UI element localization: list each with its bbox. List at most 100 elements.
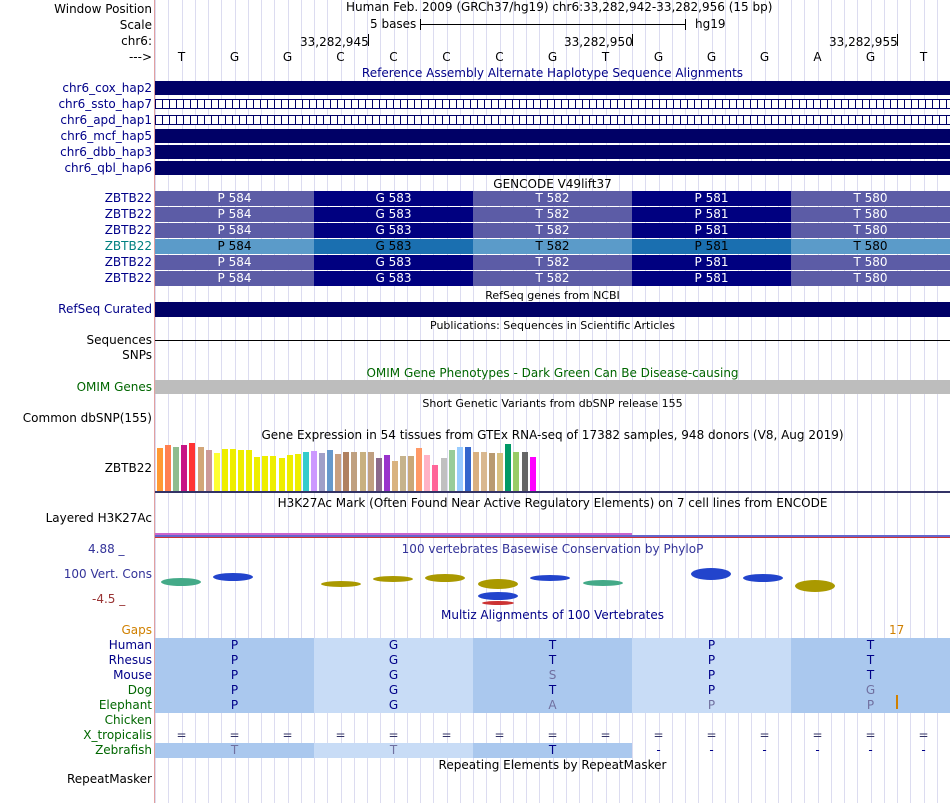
aligned-residue[interactable]: G — [791, 683, 950, 698]
haplotype-bar[interactable] — [155, 161, 950, 175]
haplotype-bar[interactable] — [155, 81, 950, 95]
gtex-bar[interactable] — [497, 453, 504, 491]
base-11[interactable]: G — [702, 50, 722, 64]
aligned-residue[interactable]: P — [791, 698, 950, 713]
aligned-residue[interactable]: T — [155, 743, 314, 758]
gencode-transcript-row[interactable]: P 584 G 583 T 582 P 581 T 580 — [155, 239, 950, 254]
codon[interactable]: P 581 — [632, 239, 791, 254]
aligned-residue[interactable]: G — [314, 638, 473, 653]
aligned-residue[interactable]: G — [314, 698, 473, 713]
species-label[interactable]: Mouse — [113, 668, 152, 682]
gtex-bar[interactable] — [173, 447, 180, 491]
gtex-bar[interactable] — [254, 457, 261, 491]
codon[interactable]: P 581 — [632, 207, 791, 222]
haplotype-bar[interactable] — [155, 115, 950, 125]
gtex-bar[interactable] — [383, 455, 390, 491]
aligned-residue[interactable]: A — [473, 698, 632, 713]
gtex-bar[interactable] — [489, 453, 496, 491]
species-label[interactable]: Elephant — [99, 698, 152, 712]
omim-title[interactable]: OMIM Gene Phenotypes - Dark Green Can Be… — [155, 366, 950, 380]
codon[interactable]: G 583 — [314, 271, 473, 286]
gtex-bar[interactable] — [238, 450, 244, 491]
gencode-transcript-row[interactable]: P 584 G 583 T 582 P 581 T 580 — [155, 255, 950, 270]
gtex-bar[interactable] — [246, 450, 253, 491]
gtex-bar[interactable] — [375, 458, 382, 491]
base-7[interactable]: C — [490, 50, 510, 64]
codon[interactable]: P 584 — [155, 271, 314, 286]
haplotype-bar[interactable] — [155, 129, 950, 143]
aligned-residue[interactable]: P — [155, 653, 314, 668]
species-label[interactable]: Human — [109, 638, 152, 652]
gtex-bar[interactable] — [343, 452, 350, 491]
aligned-residue[interactable]: G — [314, 683, 473, 698]
gtex-bar[interactable] — [513, 452, 520, 491]
gencode-transcript-label[interactable]: ZBTB22 — [105, 239, 152, 253]
gtex-bar[interactable] — [270, 456, 277, 491]
codon[interactable]: T 582 — [473, 191, 632, 206]
gtex-bar[interactable] — [359, 452, 366, 491]
gtex-bar[interactable] — [294, 454, 301, 491]
codon[interactable]: T 580 — [791, 207, 950, 222]
publications-title[interactable]: Publications: Sequences in Scientific Ar… — [155, 319, 950, 333]
aligned-residue[interactable]: P — [155, 698, 314, 713]
refseq-bar[interactable] — [155, 302, 950, 317]
gtex-bar[interactable] — [481, 452, 487, 491]
gtex-bar-chart[interactable] — [157, 443, 557, 491]
base-14[interactable]: G — [861, 50, 881, 64]
gencode-transcript-label[interactable]: ZBTB22 — [105, 207, 152, 221]
species-label[interactable]: Chicken — [105, 713, 152, 727]
gtex-bar[interactable] — [229, 449, 236, 491]
codon[interactable]: T 580 — [791, 271, 950, 286]
haplotype-label[interactable]: chr6_cox_hap2 — [62, 81, 152, 95]
gtex-bar[interactable] — [521, 452, 528, 491]
h3k27ac-title[interactable]: H3K27Ac Mark (Often Found Near Active Re… — [155, 496, 950, 510]
aligned-residue[interactable]: T — [473, 683, 632, 698]
snps-label[interactable]: SNPs — [122, 348, 152, 362]
dbsnp-title[interactable]: Short Genetic Variants from dbSNP releas… — [155, 397, 950, 411]
aligned-residue[interactable]: T — [473, 653, 632, 668]
codon[interactable]: P 584 — [155, 239, 314, 254]
gtex-bar[interactable] — [157, 448, 163, 491]
gencode-transcript-row[interactable]: P 584 G 583 T 582 P 581 T 580 — [155, 223, 950, 238]
aligned-residue[interactable]: T — [473, 743, 632, 758]
h3k27ac-label[interactable]: Layered H3K27Ac — [46, 511, 152, 525]
codon[interactable]: P 581 — [632, 191, 791, 206]
gtex-bar[interactable] — [448, 450, 455, 491]
aligned-residue[interactable]: T — [314, 743, 473, 758]
chrom-label[interactable]: chr6: — [121, 34, 152, 48]
species-label[interactable]: Zebrafish — [95, 743, 152, 757]
gtex-bar[interactable] — [278, 458, 285, 491]
gtex-bar[interactable] — [472, 452, 479, 491]
refseq-label[interactable]: RefSeq Curated — [58, 302, 152, 316]
codon[interactable]: P 584 — [155, 255, 314, 270]
gtex-label[interactable]: ZBTB22 — [105, 461, 152, 475]
gtex-bar[interactable] — [319, 453, 325, 491]
window-position-label[interactable]: Window Position — [54, 2, 152, 16]
gtex-bar[interactable] — [367, 452, 374, 491]
gtex-bar[interactable] — [408, 456, 415, 491]
codon[interactable]: T 580 — [791, 239, 950, 254]
gencode-transcript-row[interactable]: P 584 G 583 T 582 P 581 T 580 — [155, 191, 950, 206]
aligned-residue[interactable]: G — [314, 653, 473, 668]
gtex-bar[interactable] — [440, 458, 447, 491]
omim-bar[interactable] — [155, 380, 950, 394]
species-label[interactable]: Dog — [128, 683, 152, 697]
conservation-title[interactable]: 100 vertebrates Basewise Conservation by… — [155, 542, 950, 556]
aligned-residue[interactable]: G — [314, 668, 473, 683]
gtex-bar[interactable] — [529, 457, 536, 491]
refseq-title[interactable]: RefSeq genes from NCBI — [155, 289, 950, 303]
gencode-title[interactable]: GENCODE V49lift37 — [155, 177, 950, 191]
haplotype-bar[interactable] — [155, 99, 950, 109]
species-label[interactable]: Rhesus — [109, 653, 152, 667]
aligned-residue[interactable]: P — [632, 698, 791, 713]
codon[interactable]: G 583 — [314, 223, 473, 238]
aligned-residue[interactable]: T — [473, 638, 632, 653]
base-2[interactable]: G — [225, 50, 245, 64]
alt-haplotypes-title[interactable]: Reference Assembly Alternate Haplotype S… — [155, 66, 950, 80]
base-13[interactable]: A — [808, 50, 828, 64]
gencode-transcript-row[interactable]: P 584 G 583 T 582 P 581 T 580 — [155, 207, 950, 222]
gtex-bar[interactable] — [351, 452, 358, 491]
base-12[interactable]: G — [755, 50, 775, 64]
omim-label[interactable]: OMIM Genes — [77, 380, 152, 394]
haplotype-bar[interactable] — [155, 145, 950, 159]
